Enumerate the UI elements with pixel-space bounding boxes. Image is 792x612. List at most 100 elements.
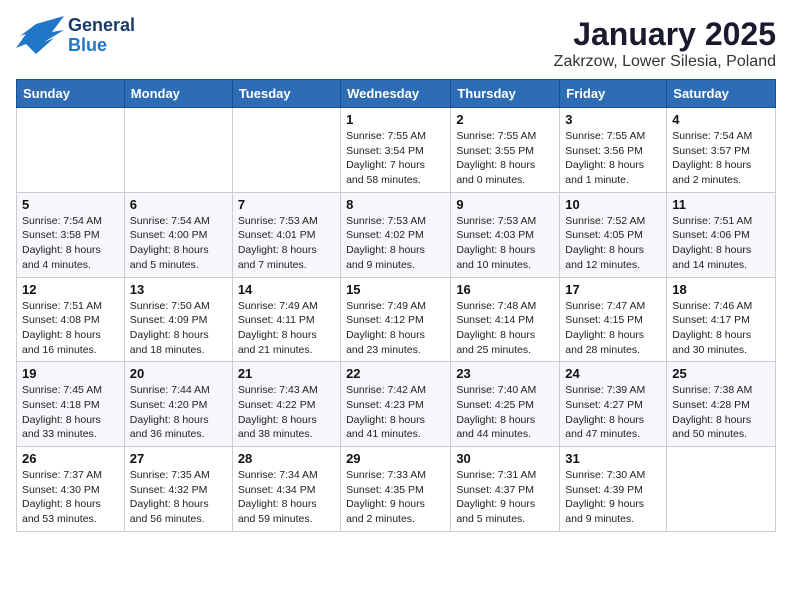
week-row-2: 5 Sunrise: 7:54 AM Sunset: 3:58 PM Daylig…: [17, 192, 776, 277]
day-number: 1: [346, 112, 445, 127]
day-cell: 14 Sunrise: 7:49 AM Sunset: 4:11 PM Dayli…: [232, 277, 340, 362]
day-cell: 10 Sunrise: 7:52 AM Sunset: 4:05 PM Dayli…: [560, 192, 667, 277]
day-detail: Sunrise: 7:37 AM Sunset: 4:30 PM Dayligh…: [22, 468, 119, 527]
day-cell: 8 Sunrise: 7:53 AM Sunset: 4:02 PM Daylig…: [341, 192, 451, 277]
week-row-1: 1 Sunrise: 7:55 AM Sunset: 3:54 PM Daylig…: [17, 108, 776, 193]
title-area: January 2025 Zakrzow, Lower Silesia, Pol…: [554, 16, 776, 71]
calendar-title: January 2025: [554, 16, 776, 53]
day-detail: Sunrise: 7:30 AM Sunset: 4:39 PM Dayligh…: [565, 468, 661, 527]
week-row-4: 19 Sunrise: 7:45 AM Sunset: 4:18 PM Dayli…: [17, 362, 776, 447]
logo-bird-icon: [16, 16, 64, 56]
day-detail: Sunrise: 7:38 AM Sunset: 4:28 PM Dayligh…: [672, 383, 770, 442]
day-number: 13: [130, 282, 227, 297]
header-day-sunday: Sunday: [17, 80, 125, 108]
day-detail: Sunrise: 7:46 AM Sunset: 4:17 PM Dayligh…: [672, 299, 770, 358]
header-day-monday: Monday: [124, 80, 232, 108]
week-row-3: 12 Sunrise: 7:51 AM Sunset: 4:08 PM Dayli…: [17, 277, 776, 362]
header: General Blue January 2025 Zakrzow, Lower…: [16, 16, 776, 71]
day-number: 27: [130, 451, 227, 466]
day-cell: 6 Sunrise: 7:54 AM Sunset: 4:00 PM Daylig…: [124, 192, 232, 277]
day-number: 15: [346, 282, 445, 297]
logo-blue-text: Blue: [68, 36, 135, 56]
day-number: 25: [672, 366, 770, 381]
day-detail: Sunrise: 7:49 AM Sunset: 4:11 PM Dayligh…: [238, 299, 335, 358]
day-cell: 3Sunrise: 7:55 AM Sunset: 3:56 PM Daylig…: [560, 108, 667, 193]
logo-text: General Blue: [68, 16, 135, 56]
day-detail: Sunrise: 7:49 AM Sunset: 4:12 PM Dayligh…: [346, 299, 445, 358]
day-number: 7: [238, 197, 335, 212]
day-cell: 4Sunrise: 7:54 AM Sunset: 3:57 PM Daylig…: [667, 108, 776, 193]
day-cell: 20 Sunrise: 7:44 AM Sunset: 4:20 PM Dayli…: [124, 362, 232, 447]
day-cell: [124, 108, 232, 193]
calendar-header: SundayMondayTuesdayWednesdayThursdayFrid…: [17, 80, 776, 108]
day-cell: 13Sunrise: 7:50 AM Sunset: 4:09 PM Dayli…: [124, 277, 232, 362]
logo-general-text: General: [68, 16, 135, 36]
day-number: 8: [346, 197, 445, 212]
day-number: 30: [456, 451, 554, 466]
day-cell: 12 Sunrise: 7:51 AM Sunset: 4:08 PM Dayli…: [17, 277, 125, 362]
day-detail: Sunrise: 7:51 AM Sunset: 4:08 PM Dayligh…: [22, 299, 119, 358]
day-number: 17: [565, 282, 661, 297]
day-detail: Sunrise: 7:43 AM Sunset: 4:22 PM Dayligh…: [238, 383, 335, 442]
day-cell: 7 Sunrise: 7:53 AM Sunset: 4:01 PM Daylig…: [232, 192, 340, 277]
day-cell: 27 Sunrise: 7:35 AM Sunset: 4:32 PM Dayli…: [124, 447, 232, 532]
week-row-5: 26 Sunrise: 7:37 AM Sunset: 4:30 PM Dayli…: [17, 447, 776, 532]
day-cell: 22Sunrise: 7:42 AM Sunset: 4:23 PM Dayli…: [341, 362, 451, 447]
day-detail: Sunrise: 7:45 AM Sunset: 4:18 PM Dayligh…: [22, 383, 119, 442]
day-detail: Sunrise: 7:54 AM Sunset: 3:57 PM Dayligh…: [672, 129, 770, 188]
day-cell: 29 Sunrise: 7:33 AM Sunset: 4:35 PM Dayli…: [341, 447, 451, 532]
day-detail: Sunrise: 7:53 AM Sunset: 4:01 PM Dayligh…: [238, 214, 335, 273]
day-number: 2: [456, 112, 554, 127]
day-cell: 9Sunrise: 7:53 AM Sunset: 4:03 PM Daylig…: [451, 192, 560, 277]
day-detail: Sunrise: 7:31 AM Sunset: 4:37 PM Dayligh…: [456, 468, 554, 527]
day-cell: 28Sunrise: 7:34 AM Sunset: 4:34 PM Dayli…: [232, 447, 340, 532]
day-detail: Sunrise: 7:44 AM Sunset: 4:20 PM Dayligh…: [130, 383, 227, 442]
day-detail: Sunrise: 7:54 AM Sunset: 4:00 PM Dayligh…: [130, 214, 227, 273]
calendar-subtitle: Zakrzow, Lower Silesia, Poland: [554, 53, 776, 71]
day-number: 26: [22, 451, 119, 466]
header-day-wednesday: Wednesday: [341, 80, 451, 108]
day-detail: Sunrise: 7:53 AM Sunset: 4:03 PM Dayligh…: [456, 214, 554, 273]
day-detail: Sunrise: 7:40 AM Sunset: 4:25 PM Dayligh…: [456, 383, 554, 442]
day-cell: 30 Sunrise: 7:31 AM Sunset: 4:37 PM Dayli…: [451, 447, 560, 532]
day-cell: [17, 108, 125, 193]
header-day-tuesday: Tuesday: [232, 80, 340, 108]
day-cell: 19 Sunrise: 7:45 AM Sunset: 4:18 PM Dayli…: [17, 362, 125, 447]
day-number: 10: [565, 197, 661, 212]
day-cell: [232, 108, 340, 193]
day-detail: Sunrise: 7:52 AM Sunset: 4:05 PM Dayligh…: [565, 214, 661, 273]
day-cell: 1 Sunrise: 7:55 AM Sunset: 3:54 PM Daylig…: [341, 108, 451, 193]
day-detail: Sunrise: 7:51 AM Sunset: 4:06 PM Dayligh…: [672, 214, 770, 273]
header-row: SundayMondayTuesdayWednesdayThursdayFrid…: [17, 80, 776, 108]
day-number: 24: [565, 366, 661, 381]
day-number: 11: [672, 197, 770, 212]
day-cell: 16Sunrise: 7:48 AM Sunset: 4:14 PM Dayli…: [451, 277, 560, 362]
day-cell: 18Sunrise: 7:46 AM Sunset: 4:17 PM Dayli…: [667, 277, 776, 362]
day-number: 19: [22, 366, 119, 381]
day-cell: 5 Sunrise: 7:54 AM Sunset: 3:58 PM Daylig…: [17, 192, 125, 277]
day-detail: Sunrise: 7:54 AM Sunset: 3:58 PM Dayligh…: [22, 214, 119, 273]
header-day-thursday: Thursday: [451, 80, 560, 108]
day-detail: Sunrise: 7:35 AM Sunset: 4:32 PM Dayligh…: [130, 468, 227, 527]
day-cell: 2Sunrise: 7:55 AM Sunset: 3:55 PM Daylig…: [451, 108, 560, 193]
day-detail: Sunrise: 7:39 AM Sunset: 4:27 PM Dayligh…: [565, 383, 661, 442]
day-cell: 26 Sunrise: 7:37 AM Sunset: 4:30 PM Dayli…: [17, 447, 125, 532]
day-number: 16: [456, 282, 554, 297]
day-cell: 21Sunrise: 7:43 AM Sunset: 4:22 PM Dayli…: [232, 362, 340, 447]
day-cell: 23 Sunrise: 7:40 AM Sunset: 4:25 PM Dayli…: [451, 362, 560, 447]
day-detail: Sunrise: 7:33 AM Sunset: 4:35 PM Dayligh…: [346, 468, 445, 527]
day-number: 6: [130, 197, 227, 212]
day-cell: 15 Sunrise: 7:49 AM Sunset: 4:12 PM Dayli…: [341, 277, 451, 362]
day-number: 29: [346, 451, 445, 466]
header-day-saturday: Saturday: [667, 80, 776, 108]
day-number: 31: [565, 451, 661, 466]
day-number: 23: [456, 366, 554, 381]
day-number: 12: [22, 282, 119, 297]
day-number: 5: [22, 197, 119, 212]
day-number: 20: [130, 366, 227, 381]
day-detail: Sunrise: 7:53 AM Sunset: 4:02 PM Dayligh…: [346, 214, 445, 273]
calendar-body: 1 Sunrise: 7:55 AM Sunset: 3:54 PM Daylig…: [17, 108, 776, 532]
day-number: 14: [238, 282, 335, 297]
logo: General Blue: [16, 16, 135, 56]
day-detail: Sunrise: 7:55 AM Sunset: 3:54 PM Dayligh…: [346, 129, 445, 188]
